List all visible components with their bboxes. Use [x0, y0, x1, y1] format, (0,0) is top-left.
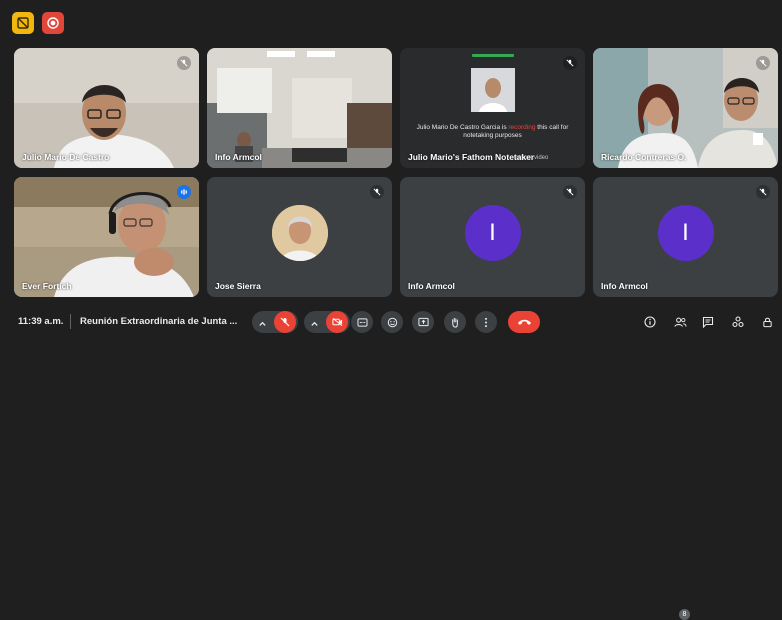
notetaker-header-bar — [472, 54, 514, 57]
mic-muted-icon — [177, 56, 191, 70]
lock-icon[interactable] — [758, 313, 776, 331]
participant-video — [14, 177, 199, 297]
participant-name: Info Armcol — [215, 152, 262, 162]
mic-muted-icon — [756, 56, 770, 70]
participant-tile[interactable]: Julio Mario De Castro Garcia is recordin… — [400, 48, 585, 168]
participant-video — [207, 48, 392, 168]
participant-tile[interactable]: I Info Armcol — [593, 177, 778, 297]
mic-muted-icon — [563, 185, 577, 199]
mic-control-group — [252, 311, 298, 333]
recording-badge-icon[interactable] — [42, 12, 64, 34]
participant-video — [593, 48, 778, 168]
participant-name: Julio Mario De Castro — [22, 152, 110, 162]
participant-tile[interactable]: Ricardo Contreras O. — [593, 48, 778, 168]
participant-tile[interactable]: I Info Armcol — [400, 177, 585, 297]
participant-avatar — [271, 205, 328, 261]
notetaker-badge-icon[interactable] — [12, 12, 34, 34]
notetaker-message: Julio Mario De Castro Garcia is recordin… — [410, 124, 575, 140]
notetaker-photo — [471, 68, 515, 112]
participant-name: Info Armcol — [601, 281, 648, 291]
captions-icon[interactable] — [351, 311, 373, 333]
camera-off-icon[interactable] — [326, 311, 348, 333]
meeting-controls-bar: 11:39 a.m. Reunión Extraordinaria de Jun… — [0, 304, 782, 620]
participant-tile[interactable]: Julio Mario De Castro — [14, 48, 199, 168]
end-call-icon[interactable] — [508, 311, 540, 333]
notetaker-recording-word: recording — [508, 124, 536, 131]
activities-icon[interactable] — [729, 313, 747, 331]
meeting-title: Reunión Extraordinaria de Junta ... — [80, 316, 238, 327]
camera-control-group — [304, 311, 350, 333]
mic-muted-icon — [756, 185, 770, 199]
present-icon[interactable] — [412, 311, 434, 333]
participant-tile[interactable]: Jose Sierra — [207, 177, 392, 297]
mic-options-chevron-icon[interactable] — [258, 316, 267, 334]
participant-tile[interactable]: Info Armcol — [207, 48, 392, 168]
participant-avatar: I — [657, 205, 714, 261]
mic-muted-icon — [370, 185, 384, 199]
participant-avatar: I — [464, 205, 521, 261]
participant-video — [14, 48, 199, 168]
top-badges — [12, 12, 64, 34]
notetaker-message-text: Julio Mario De Castro Garcia is — [416, 124, 509, 131]
raise-hand-icon[interactable] — [444, 311, 466, 333]
participant-count-badge: 8 — [679, 609, 690, 620]
participant-name: Ricardo Contreras O. — [601, 152, 687, 162]
participant-tile-speaking[interactable]: Ever Fortich — [14, 177, 199, 297]
people-icon[interactable] — [671, 313, 689, 331]
participant-name: Jose Sierra — [215, 281, 261, 291]
camera-options-chevron-icon[interactable] — [310, 316, 319, 334]
divider — [70, 314, 71, 329]
info-icon[interactable] — [641, 313, 659, 331]
meeting-time: 11:39 a.m. — [18, 316, 64, 327]
participant-name: Ever Fortich — [22, 281, 72, 291]
more-icon[interactable] — [475, 311, 497, 333]
participant-name: Info Armcol — [408, 281, 455, 291]
chat-icon[interactable] — [699, 313, 717, 331]
speaking-indicator-icon — [177, 185, 191, 199]
emoji-icon[interactable] — [381, 311, 403, 333]
participant-name: Julio Mario's Fathom Notetaker — [408, 152, 535, 162]
mic-muted-icon — [563, 56, 577, 70]
mic-off-icon[interactable] — [274, 311, 296, 333]
